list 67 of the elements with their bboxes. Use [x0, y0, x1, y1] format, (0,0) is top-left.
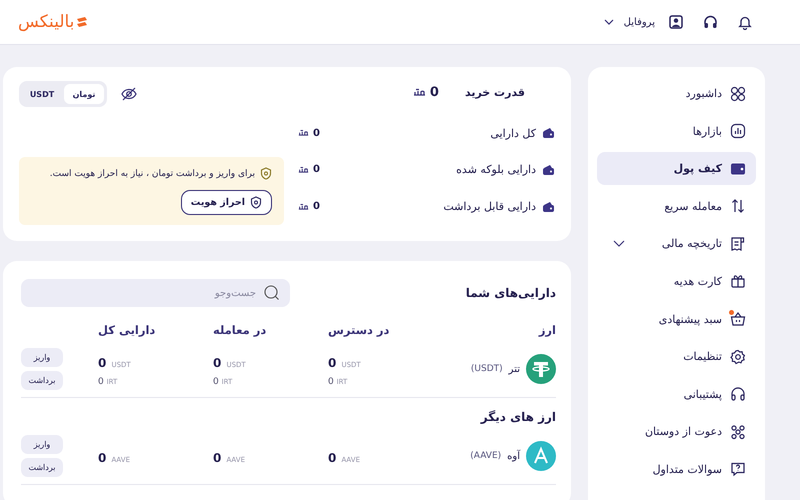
column-header: ارز [538, 323, 556, 337]
balance-value: 0 [313, 164, 320, 176]
sidebar-item[interactable]: تاریخچه مالی [597, 227, 756, 260]
chevron-down-icon[interactable] [604, 19, 614, 25]
shield-icon [250, 196, 262, 209]
sidebar-item[interactable]: سبد پیشنهادی [597, 302, 756, 336]
column-header: دارایی کل [98, 323, 156, 337]
purchase-power-label: قدرت خرید [464, 86, 525, 100]
wallet-icon [542, 200, 555, 213]
sidebar-item[interactable]: معامله سریع [597, 190, 756, 223]
search-icon [263, 284, 280, 301]
headset-icon [730, 386, 746, 402]
toman-icon [298, 166, 309, 174]
eye-off-icon[interactable] [121, 87, 137, 101]
notice-text: برای واریز و برداشت تومان ، نیاز به احراز هویت است. [50, 168, 255, 178]
sidebar-item[interactable]: پشتیبانی [597, 378, 756, 411]
search-field[interactable]: جست‌وجو [21, 279, 290, 307]
swap-icon [730, 198, 746, 214]
grid-icon [730, 86, 746, 102]
toman-icon [298, 129, 309, 138]
coin-name: آوه [507, 450, 520, 462]
section-title: ارز های دیگر [480, 410, 556, 424]
gear-icon [730, 348, 746, 365]
sidebar-item[interactable]: دعوت از دوستان [597, 415, 756, 448]
purchase-power-value: 0 [430, 85, 439, 100]
action-button[interactable]: واریز [21, 348, 63, 367]
column-header: در معامله [213, 323, 266, 337]
sidebar-item[interactable]: بازارها [597, 114, 756, 148]
balance-label: کل دارایی [490, 126, 536, 140]
toman-icon [298, 202, 309, 211]
toman-icon [412, 88, 426, 98]
wallet-icon [542, 127, 555, 140]
action-button[interactable]: برداشت [21, 458, 63, 477]
balance-value: 0 [313, 201, 320, 212]
sidebar-item[interactable]: کارت هدیه [597, 264, 756, 298]
balance-label: دارایی قابل برداشت [443, 200, 536, 214]
sidebar-item[interactable]: کیف پول [597, 152, 756, 186]
chart-icon [730, 123, 746, 140]
gift-icon [730, 273, 746, 290]
basket-icon [730, 311, 746, 328]
wallet-icon [730, 160, 746, 177]
currency-option[interactable]: USDT [22, 84, 62, 104]
people-icon [730, 424, 746, 440]
action-button[interactable]: واریز [21, 435, 63, 454]
coin-symbol: (AAVE) [470, 451, 502, 461]
faq-icon [730, 461, 746, 478]
logo-icon [76, 16, 88, 28]
coin-symbol: (USDT) [470, 364, 503, 374]
receipt-icon [730, 236, 746, 252]
logo-text: بالینکس [18, 12, 74, 32]
sidebar-item[interactable]: سوالات متداول [597, 452, 756, 486]
wallet-icon [542, 164, 555, 176]
verify-identity-button[interactable]: احراز هویت [180, 190, 272, 215]
column-header: در دسترس [328, 323, 390, 337]
currency-option[interactable]: تومان [64, 84, 104, 104]
section-title: دارایی‌های شما [466, 286, 556, 300]
headset-icon[interactable] [703, 15, 718, 29]
coin-name: تتر [508, 364, 520, 374]
action-button[interactable]: برداشت [21, 371, 63, 390]
balance-value: 0 [313, 128, 320, 139]
sidebar-item[interactable]: داشبورد [597, 77, 756, 110]
profile-link[interactable]: پروفایل [624, 16, 655, 28]
bell-icon[interactable] [738, 14, 752, 30]
profile-icon[interactable] [669, 15, 683, 29]
balance-label: دارایی بلوکه شده [456, 163, 536, 176]
sidebar-item[interactable]: تنظیمات [597, 340, 756, 374]
shield-icon [260, 167, 272, 180]
